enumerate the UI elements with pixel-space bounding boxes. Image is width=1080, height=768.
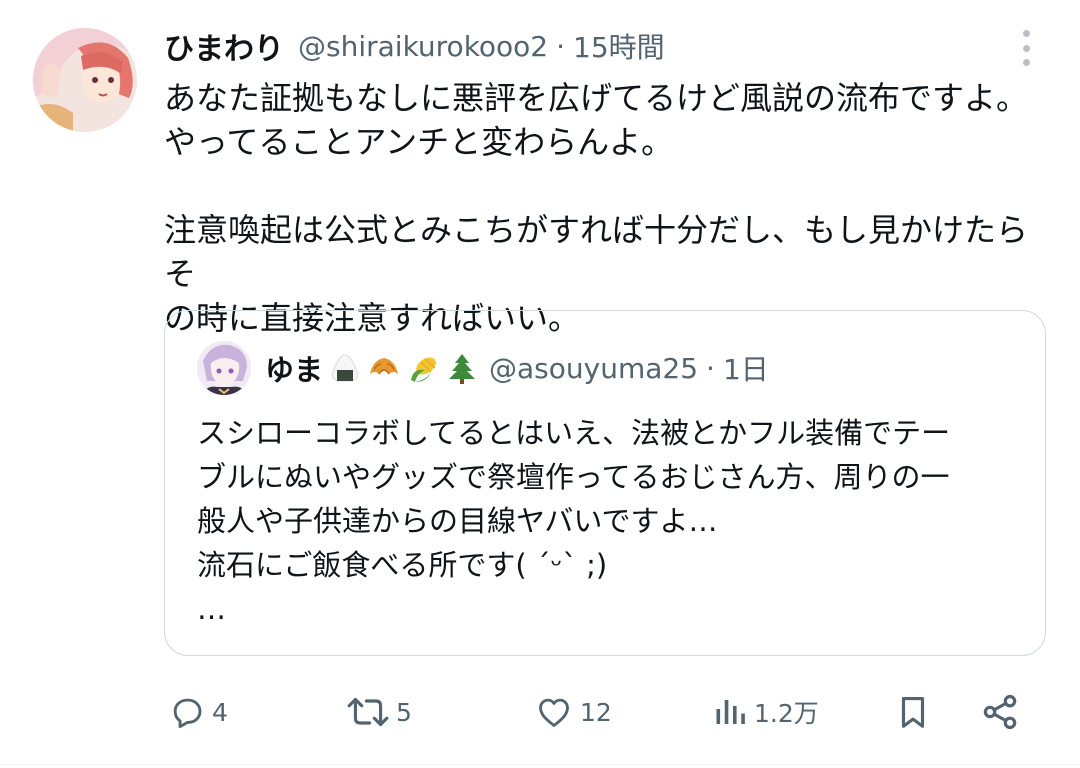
quoted-text-ellipsis: … <box>197 592 226 626</box>
bookmark-button[interactable] <box>894 690 932 734</box>
tweet-text-line: 注意喚起は公式とみこちがすれば十分だし、もし見かけたらそ <box>164 211 1029 293</box>
author-handle[interactable]: @shiraikurokooo2 <box>298 30 548 63</box>
quoted-author-display-name[interactable]: ゆま <box>265 347 323 389</box>
quoted-tweet-header: ゆま @asouyuma25 · 1日 <box>265 345 769 391</box>
reply-icon <box>173 698 202 728</box>
quoted-author-avatar[interactable] <box>197 341 251 395</box>
like-count: 12 <box>580 697 612 727</box>
croissant-icon <box>370 358 399 375</box>
quoted-text-line: 般人や子供達からの目線ヤバいですよ… <box>197 504 718 538</box>
tweet-text-blank-line <box>164 164 1054 208</box>
quoted-tweet-text: スシローコラボしてるとはいえ、法被とかフル装備でテー ブルにぬいやグッズで祭壇作… <box>197 411 1017 631</box>
evergreen-tree-icon <box>449 354 476 384</box>
tweet-text: あなた証拠もなしに悪評を広げてるけど風説の流布ですよ。 やってることアンチと変わ… <box>164 76 1054 340</box>
more-options-icon[interactable] <box>1012 30 1040 66</box>
quoted-tweet-timestamp[interactable]: 1日 <box>723 348 769 388</box>
author-avatar[interactable] <box>33 28 137 132</box>
onigiri-icon <box>332 354 358 382</box>
tweet-divider <box>0 764 1080 765</box>
quoted-tweet[interactable]: ゆま @asouyuma25 · 1日 スシローコラボしてるとはいえ、法被とかフ… <box>164 310 1046 656</box>
like-button[interactable]: 12 <box>534 690 612 734</box>
quoted-text-line: 流石にご飯食べる所です( ´ᵕ` ;) <box>197 548 608 582</box>
author-display-name[interactable]: ひまわり <box>164 24 284 68</box>
retweet-icon <box>347 697 389 727</box>
tweet-timestamp[interactable]: 15時間 <box>573 26 665 66</box>
tweet-text-line: あなた証拠もなしに悪評を広げてるけど風説の流布ですよ。 <box>164 79 1029 117</box>
share-button[interactable] <box>980 690 1020 734</box>
separator-dot: · <box>556 29 566 63</box>
views-icon <box>716 700 745 724</box>
quoted-text-line: ブルにぬいやグッズで祭壇作ってるおじさん方、周りの一 <box>197 460 950 494</box>
views-count: 1.2万 <box>754 699 819 728</box>
tweet-header: ひまわり @shiraikurokooo2 · 15時間 <box>164 24 665 68</box>
like-icon <box>539 698 569 727</box>
reply-button[interactable]: 4 <box>168 690 228 734</box>
tweet-actions: 4 5 12 1.2万 <box>164 690 1034 734</box>
corn-icon <box>411 357 436 382</box>
retweet-count: 5 <box>396 697 412 727</box>
separator-dot: · <box>706 351 715 385</box>
bookmark-icon <box>901 696 925 728</box>
tweet-text-line: やってることアンチと変わらんよ。 <box>164 123 674 161</box>
views-button[interactable]: 1.2万 <box>712 690 819 734</box>
quoted-author-handle[interactable]: @asouyuma25 <box>489 352 698 385</box>
share-icon <box>983 694 1017 730</box>
quoted-text-line: スシローコラボしてるとはいえ、法被とかフル装備でテー <box>197 416 951 450</box>
reply-count: 4 <box>212 697 228 727</box>
quoted-author-name-emojis <box>329 352 477 384</box>
retweet-button[interactable]: 5 <box>346 690 412 734</box>
tweet[interactable]: ひまわり @shiraikurokooo2 · 15時間 あなた証拠もなしに悪評… <box>0 0 1080 768</box>
